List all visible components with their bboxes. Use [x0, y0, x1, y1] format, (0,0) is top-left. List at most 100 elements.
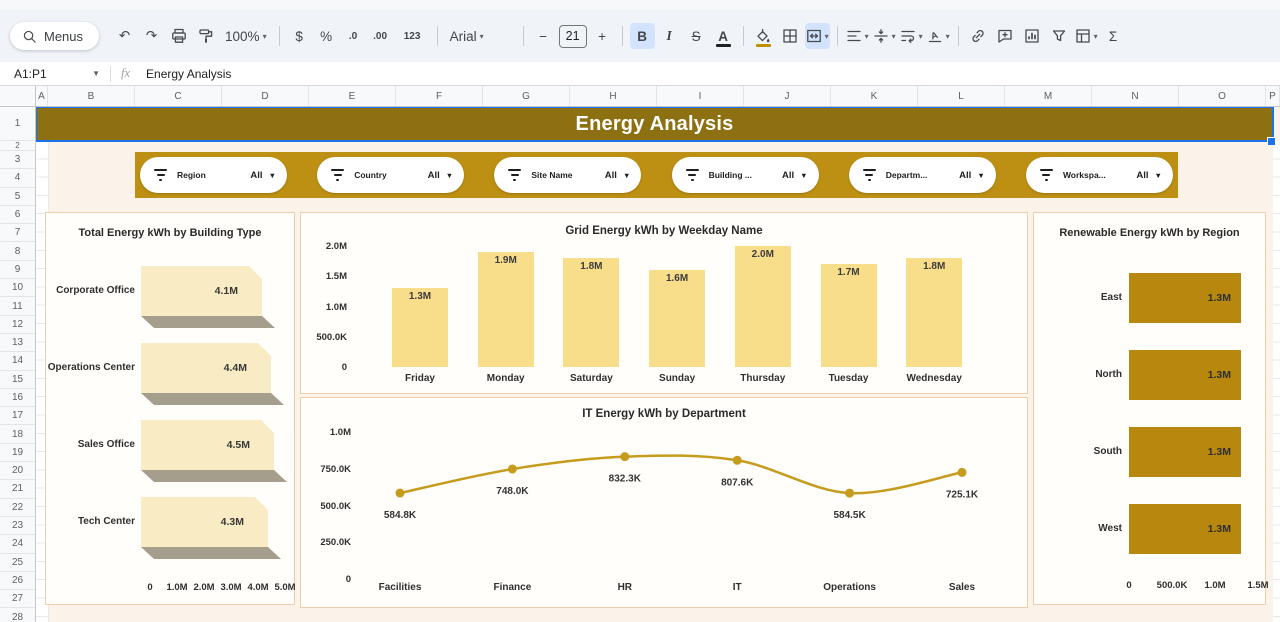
divider	[110, 66, 111, 82]
y-tick-label: 500.0K	[301, 501, 351, 512]
bar-sales-office: 4.5M	[141, 420, 274, 470]
slicer-label: Departm...	[886, 170, 954, 180]
select-all-corner[interactable]	[0, 86, 36, 107]
create-filter-button[interactable]	[1047, 23, 1072, 49]
functions-button[interactable]: Σ	[1101, 23, 1126, 49]
insert-comment-button[interactable]	[993, 23, 1018, 49]
slicer-site-name[interactable]: Site NameAll▼	[494, 157, 641, 193]
text-wrap-button[interactable]: ▾	[899, 23, 924, 49]
row-header-6[interactable]: 6	[0, 206, 35, 224]
strikethrough-button[interactable]: S	[684, 23, 709, 49]
format-percent-button[interactable]: %	[314, 23, 339, 49]
undo-button[interactable]: ↶	[112, 23, 137, 49]
insert-chart-button[interactable]	[1020, 23, 1045, 49]
text-rotation-button[interactable]: A▾	[926, 23, 951, 49]
paint-format-button[interactable]	[193, 23, 218, 49]
name-box[interactable]: A1:P1 ▼	[0, 67, 100, 81]
slicer-departm-[interactable]: Departm...All▼	[849, 157, 996, 193]
column-header-I[interactable]: I	[657, 86, 744, 106]
row-header-8[interactable]: 8	[0, 242, 35, 260]
row-header-19[interactable]: 19	[0, 444, 35, 462]
slicer-country[interactable]: CountryAll▼	[317, 157, 464, 193]
selection-fill-handle[interactable]	[1267, 137, 1276, 146]
format-currency-button[interactable]: $	[287, 23, 312, 49]
column-header-G[interactable]: G	[483, 86, 570, 106]
font-select[interactable]: Arial▾	[445, 23, 489, 49]
table-views-button[interactable]: ▾	[1074, 23, 1099, 49]
slicer-label: Site Name	[531, 170, 599, 180]
column-header-F[interactable]: F	[396, 86, 483, 106]
increase-decimals-button[interactable]: .00	[368, 23, 393, 49]
row-header-15[interactable]: 15	[0, 371, 35, 389]
decrease-decimals-button[interactable]: .0	[341, 23, 366, 49]
column-header-J[interactable]: J	[744, 86, 831, 106]
row-header-27[interactable]: 27	[0, 590, 35, 608]
row-header-20[interactable]: 20	[0, 462, 35, 480]
column-header-P[interactable]: P	[1266, 86, 1280, 106]
funnel-icon	[1051, 28, 1067, 44]
decrease-font-size-button-glyph: −	[539, 29, 547, 44]
column-header-A[interactable]: A	[36, 86, 48, 106]
slicer-building-[interactable]: Building ...All▼	[672, 157, 819, 193]
column-header-B[interactable]: B	[48, 86, 135, 106]
row-header-25[interactable]: 25	[0, 554, 35, 572]
column-header-E[interactable]: E	[309, 86, 396, 106]
row-header-5[interactable]: 5	[0, 188, 35, 206]
chart-renewable-energy-by-region[interactable]: Renewable Energy kWh by RegionEast1.3MNo…	[1033, 212, 1266, 605]
slicer-region[interactable]: RegionAll▼	[140, 157, 287, 193]
chart-grid-energy-by-weekday[interactable]: Grid Energy kWh by Weekday Name2.0M1.5M1…	[300, 212, 1028, 394]
font-size-input[interactable]: 21	[559, 25, 587, 48]
row-header-21[interactable]: 21	[0, 480, 35, 498]
row-header-26[interactable]: 26	[0, 572, 35, 590]
merge-cells-button[interactable]: ▾	[805, 23, 830, 49]
chart-total-energy-by-building-type[interactable]: Total Energy kWh by Building TypeCorpora…	[45, 212, 295, 605]
row-header-18[interactable]: 18	[0, 425, 35, 443]
category-label-north: North	[1034, 350, 1122, 400]
slicer-workspa-[interactable]: Workspa...All▼	[1026, 157, 1173, 193]
horizontal-align-button[interactable]: ▾	[845, 23, 870, 49]
italic-button[interactable]: I	[657, 23, 682, 49]
row-header-2[interactable]: 2	[0, 141, 35, 151]
row-header-22[interactable]: 22	[0, 499, 35, 517]
row-header-17[interactable]: 17	[0, 407, 35, 425]
column-header-H[interactable]: H	[570, 86, 657, 106]
row-header-12[interactable]: 12	[0, 316, 35, 334]
row-header-14[interactable]: 14	[0, 352, 35, 370]
column-header-O[interactable]: O	[1179, 86, 1266, 106]
borders-button[interactable]	[778, 23, 803, 49]
bold-button[interactable]: B	[630, 23, 655, 49]
bar-monday: 1.9M	[478, 252, 534, 367]
increase-font-size-button[interactable]: +	[590, 23, 615, 49]
text-color-button[interactable]: A	[711, 23, 736, 49]
row-header-1[interactable]: 1	[0, 107, 35, 141]
row-header-11[interactable]: 11	[0, 297, 35, 315]
print-button[interactable]	[166, 23, 191, 49]
column-header-K[interactable]: K	[831, 86, 918, 106]
formula-input[interactable]: Energy Analysis	[146, 67, 231, 81]
chart-it-energy-by-department[interactable]: IT Energy kWh by Department1.0M750.0K500…	[300, 397, 1028, 608]
fill-color-button[interactable]	[751, 23, 776, 49]
column-header-N[interactable]: N	[1092, 86, 1179, 106]
insert-link-button[interactable]	[966, 23, 991, 49]
row-header-3[interactable]: 3	[0, 151, 35, 169]
menus-pill[interactable]: Menus	[10, 22, 99, 50]
zoom-select[interactable]: 100%▾	[220, 23, 272, 49]
column-header-L[interactable]: L	[918, 86, 1005, 106]
more-formats-button[interactable]: 123	[395, 23, 430, 49]
row-header-7[interactable]: 7	[0, 224, 35, 242]
decrease-font-size-button[interactable]: −	[531, 23, 556, 49]
row-header-9[interactable]: 9	[0, 261, 35, 279]
redo-button[interactable]: ↷	[139, 23, 164, 49]
column-header-C[interactable]: C	[135, 86, 222, 106]
vertical-align-button[interactable]: ▾	[872, 23, 897, 49]
row-header-4[interactable]: 4	[0, 169, 35, 187]
row-header-13[interactable]: 13	[0, 334, 35, 352]
row-header-23[interactable]: 23	[0, 517, 35, 535]
column-header-D[interactable]: D	[222, 86, 309, 106]
row-header-16[interactable]: 16	[0, 389, 35, 407]
column-header-M[interactable]: M	[1005, 86, 1092, 106]
text-color-button-glyph: A	[718, 29, 728, 44]
row-header-24[interactable]: 24	[0, 535, 35, 553]
row-header-10[interactable]: 10	[0, 279, 35, 297]
row-header-28[interactable]: 28	[0, 608, 35, 622]
